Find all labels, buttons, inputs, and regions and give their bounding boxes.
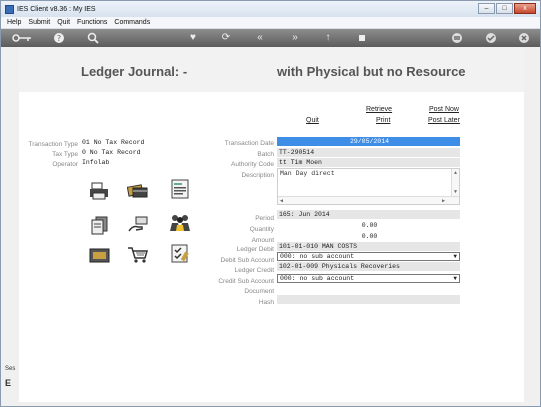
retrieve-link[interactable]: Retrieve [366,106,392,113]
main-content: Ledger Journal: - with Physical but no R… [19,47,524,402]
app-window: IES Client v8.36 : My IES – □ x Help Sub… [0,0,541,407]
print-icon[interactable] [450,31,464,45]
ledger-debit-field[interactable]: 101-01-010 MAN COSTS [277,242,460,251]
document-field[interactable] [277,285,460,294]
toolbar: ? ♥ ⟳ « » ↑ [1,29,540,47]
document-stack-icon[interactable] [89,215,111,235]
quit-link[interactable]: Quit [306,117,319,124]
page-banner: Ledger Journal: - with Physical but no R… [19,47,524,92]
side-marker-icon: E [5,378,12,388]
credit-cards-icon[interactable] [126,181,149,201]
rewind-icon[interactable]: « [253,31,267,45]
app-icon [5,4,14,14]
ledger-debit-label: Ledger Debit [236,246,274,253]
tax-type-value: 0 No Tax Record [82,149,141,156]
transaction-date-label: Transaction Date [224,140,274,147]
folder-card-icon[interactable] [89,245,111,265]
batch-label: Batch [257,151,274,158]
credit-sub-account-value: 000: no sub account [280,275,355,282]
description-textarea[interactable]: Man Day direct ▲ ▼ ◀ ▶ [277,168,460,205]
title-bar: IES Client v8.36 : My IES – □ x [1,1,540,17]
authority-code-field[interactable]: tt Tim Moen [277,158,460,167]
maximize-button[interactable]: □ [496,3,513,14]
credit-sub-account-select[interactable]: 000: no sub account ▼ [277,274,460,283]
scroll-left-icon[interactable]: ◀ [280,198,283,204]
debit-sub-account-value: 000: no sub account [280,253,355,260]
page-subtitle: with Physical but no Resource [277,64,466,79]
description-text: Man Day direct [280,170,335,177]
tax-type-label: Tax Type [52,151,78,158]
ledger-credit-label: Ledger Credit [234,267,274,274]
svg-text:?: ? [57,34,61,43]
side-label: Ses [5,366,16,372]
hash-field[interactable] [277,295,460,304]
upload-icon[interactable]: ↑ [321,31,335,45]
period-field[interactable]: 165: Jun 2014 [277,210,460,219]
credit-sub-account-label: Credit Sub Account [218,278,274,285]
description-label: Description [241,172,274,179]
scroll-down-icon[interactable]: ▼ [454,189,457,195]
period-label: Period [255,215,274,222]
check-icon[interactable] [484,31,498,45]
minimize-button[interactable]: – [478,3,495,14]
operator-value: Infolab [82,159,110,166]
debit-sub-account-label: Debit Sub Account [220,257,274,264]
window-title: IES Client v8.36 : My IES [17,5,96,13]
menu-functions[interactable]: Functions [77,19,107,26]
document-label: Document [244,288,274,295]
shopping-cart-icon[interactable] [127,245,149,265]
key-icon[interactable] [11,31,33,45]
operator-label: Operator [52,161,78,168]
description-vertical-scrollbar[interactable]: ▲ ▼ [451,169,459,196]
post-later-link[interactable]: Post Later [428,117,460,124]
chevron-down-icon[interactable]: ▼ [453,253,457,260]
stop-icon[interactable] [355,31,369,45]
menu-commands[interactable]: Commands [114,19,150,26]
refresh-icon[interactable]: ⟳ [219,31,233,45]
payment-hand-icon[interactable] [127,215,149,235]
report-icon[interactable] [169,179,191,199]
close-window-button[interactable]: x [514,3,536,14]
print-link[interactable]: Print [376,117,390,124]
hash-label: Hash [258,299,274,306]
checklist-icon[interactable] [169,243,191,263]
transaction-type-value: 01 No Tax Record [82,139,145,146]
scroll-right-icon[interactable]: ▶ [442,198,445,204]
chevron-down-icon[interactable]: ▼ [453,275,457,282]
forward-icon[interactable]: » [288,31,302,45]
menu-help[interactable]: Help [7,19,21,26]
users-group-icon[interactable] [169,213,191,233]
ledger-credit-field[interactable]: 102-01-009 Physicals Recoveries [277,262,460,271]
amount-field[interactable]: 0.00 [277,232,460,241]
post-now-link[interactable]: Post Now [429,106,459,113]
scroll-up-icon[interactable]: ▲ [454,170,457,176]
menu-bar: Help Submit Quit Functions Commands [1,17,540,29]
batch-field[interactable]: TT-290514 [277,148,460,157]
menu-quit[interactable]: Quit [57,19,70,26]
quantity-label: Quantity [249,226,274,233]
menu-submit[interactable]: Submit [28,19,50,26]
quantity-field[interactable]: 0.00 [277,221,460,230]
printer-icon[interactable] [89,181,111,201]
transaction-type-label: Transaction Type [28,141,79,148]
amount-label: Amount [251,237,274,244]
heart-icon[interactable]: ♥ [186,31,200,45]
close-icon[interactable] [517,31,531,45]
description-horizontal-scrollbar[interactable]: ◀ ▶ [278,196,459,204]
debit-sub-account-select[interactable]: 000: no sub account ▼ [277,252,460,261]
page-title: Ledger Journal: - [81,64,188,79]
search-icon[interactable] [86,31,100,45]
authority-code-label: Authority Code [231,161,274,168]
transaction-date-field[interactable]: 29/05/2014 [277,137,460,146]
help-icon[interactable]: ? [52,31,66,45]
